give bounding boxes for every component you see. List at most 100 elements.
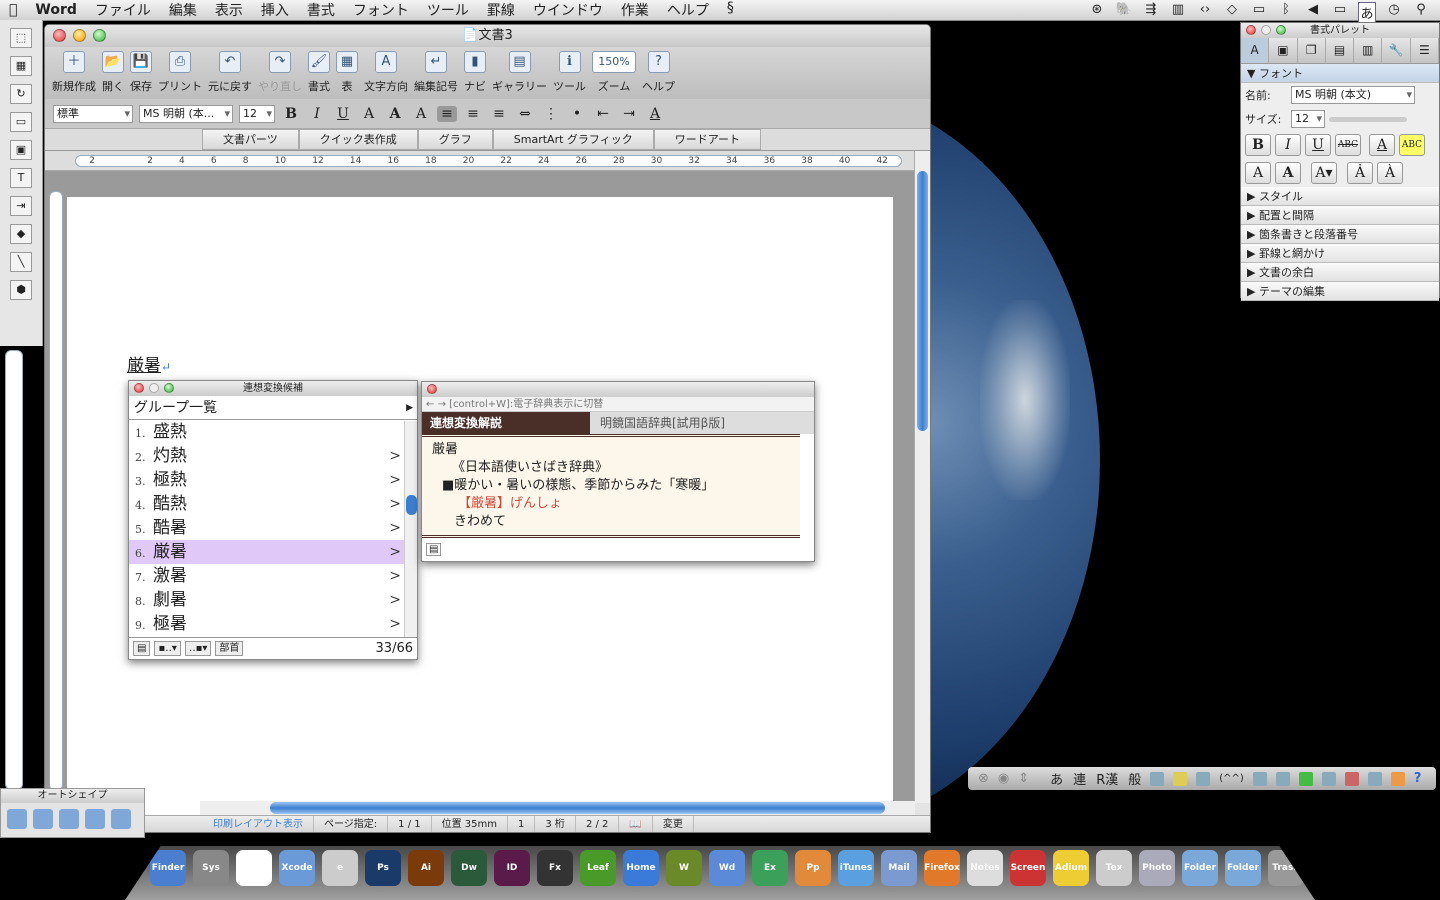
toolbar-button-14[interactable]: ? ヘルプ [639,47,678,99]
section-0[interactable]: ▶ スタイル [1241,187,1439,206]
char-spacing-button[interactable]: A [411,106,431,122]
grave-button[interactable]: À [1377,162,1403,184]
superscript-button[interactable]: Ȧ [1347,162,1373,184]
toolbar-button-4[interactable]: ↶ 元に戻す [205,47,255,99]
menu-0[interactable]: ファイル [86,0,160,20]
zoom-button[interactable] [164,383,174,393]
clock-icon[interactable]: ◷ [1385,2,1403,23]
list-icon[interactable] [1150,771,1165,786]
ime-mode-1[interactable]: 連 [1073,769,1086,788]
dock-item-3[interactable]: Xcode [279,850,315,886]
close-icon[interactable]: ⊗ [978,771,989,786]
image-tool-icon[interactable]: ▣ [10,140,32,160]
dock-item-24[interactable]: Folder [1182,850,1218,886]
section-4[interactable]: ▶ 文書の余白 [1241,263,1439,282]
volume-icon[interactable]: ◀ [1304,2,1322,23]
dictionary-icon[interactable]: ▤ [426,543,442,556]
toolbar-icon-14[interactable]: ? [647,51,670,73]
candidate-item[interactable]: 9. 極暑 > [129,612,417,636]
battery-icon[interactable]: ▭ [1331,2,1349,23]
numbered-list-button[interactable]: ⋮ [541,106,561,122]
evernote-icon[interactable]: 🐘 [1115,2,1133,23]
toolbar-button-0[interactable]: ＋ 新規作成 [49,47,99,99]
candidate-scrollbar[interactable] [404,421,417,637]
toolbar-icon-6[interactable]: 🖌 [308,51,330,73]
rotate-tool-icon[interactable]: ↻ [10,84,32,104]
pen-icon[interactable] [1196,771,1211,786]
dock-item-7[interactable]: Dw [451,850,487,886]
shape-callout-icon[interactable] [111,809,131,829]
menu-2[interactable]: 表示 [206,0,252,20]
cube-tool-icon[interactable]: ⬢ [10,280,32,300]
toolbar-button-13[interactable]: 150% ズーム [589,47,639,99]
toolbox-tab-icon[interactable]: ☰ [1411,38,1439,63]
toolbar-icon-2[interactable]: 💾 [130,51,152,73]
menu-7[interactable]: 罫線 [478,0,524,20]
strikethrough-button[interactable]: ABC [1335,134,1361,156]
toolbar-button-11[interactable]: ▤ ギャラリー [489,47,550,99]
section-5[interactable]: ▶ テーマの編集 [1241,282,1439,301]
align-center-button[interactable]: ≡ [463,106,483,122]
toolbar-icon-0[interactable]: ＋ [63,51,85,73]
next-button[interactable]: ‥▪▾ [184,641,212,656]
shapes-tool-icon[interactable]: ◆ [10,224,32,244]
shape-arrow-icon[interactable] [33,809,53,829]
accessibility-icon[interactable]: ⊛ [1088,2,1106,23]
candidate-item[interactable]: 3. 極熱 > [129,468,417,492]
download-icon[interactable] [1367,771,1382,786]
toolbar-icon-1[interactable]: 📂 [102,51,124,73]
shape-basic-icon[interactable] [7,809,27,829]
toolbar-icon-7[interactable]: ▦ [336,51,358,73]
candidate-item[interactable]: 1. 盛熱 [129,420,417,444]
gallery-tab-3[interactable]: SmartArt グラフィック [492,129,654,150]
toolbar-icon-8[interactable]: A [375,51,397,73]
bold-button[interactable]: B [281,106,301,122]
candidate-item[interactable]: 8. 劇暑 > [129,588,417,612]
forward-icon[interactable]: → [438,399,446,410]
menu-app[interactable]: Word [26,2,86,18]
view-mode[interactable]: 印刷レイアウト表示 [203,816,314,832]
underline-button[interactable]: U [1305,134,1331,156]
dock-item-12[interactable]: W [666,850,702,886]
back-icon[interactable]: ← [426,399,434,410]
distribute-button[interactable]: ⇔ [515,106,535,122]
ime-mode-0[interactable]: あ [1050,769,1063,788]
char-shade-button[interactable]: A [1275,162,1301,184]
toolbar-button-8[interactable]: A 文字方向 [361,47,411,99]
toolbar-icon-9[interactable]: ↵ [425,51,447,73]
dock-item-8[interactable]: ID [494,850,530,886]
apple-menu-icon[interactable]:  [0,2,26,18]
candidate-item[interactable]: 4. 酷熱 > [129,492,417,516]
dock-item-10[interactable]: Leaf [580,850,616,886]
dock-item-20[interactable]: Screen [1010,850,1046,886]
spellcheck-icon[interactable]: 📖 [619,816,653,832]
close-button[interactable] [53,29,66,42]
chevron-right-icon[interactable]: > [389,492,401,516]
decrease-indent-button[interactable]: ⇤ [593,106,613,122]
pencil-icon[interactable] [1390,771,1405,786]
zoom-button[interactable] [1276,25,1286,35]
section-2[interactable]: ▶ 箇条書きと段落番号 [1241,225,1439,244]
dock-item-14[interactable]: Ex [752,850,788,886]
gallery-tab-0[interactable]: 文書パーツ [202,129,299,150]
radical-button[interactable]: 部首 [215,641,244,656]
spotlight-icon[interactable]: ⚲ [1412,2,1430,23]
candidate-item[interactable]: 2. 灼熱 > [129,444,417,468]
menu-6[interactable]: ツール [418,0,478,20]
toolbar-button-6[interactable]: 🖌 書式 [305,47,333,99]
candidate-item[interactable]: 6. 厳暑 > [129,540,417,564]
font-select[interactable]: MS 明朝 (本... [139,104,233,123]
bullet-list-button[interactable]: • [567,106,587,122]
toolbar-button-9[interactable]: ↵ 編集記号 [411,47,461,99]
section-font[interactable]: ▼ フォント [1241,64,1439,83]
dictionary-icon[interactable] [1344,771,1359,786]
highlight-button[interactable]: ABC [1399,134,1425,156]
bluetooth-icon[interactable]: ᛒ [1277,2,1295,23]
toolbar-icon-10[interactable]: ▮ [464,51,486,73]
dock-item-5[interactable]: Ps [365,850,401,886]
size-slider[interactable] [1329,116,1407,122]
toolbar-button-3[interactable]: ⎙ プリント [155,47,205,99]
menu-10[interactable]: ヘルプ [658,0,718,20]
dock-item-25[interactable]: Folder [1225,850,1261,886]
r-icon[interactable] [1321,771,1336,786]
